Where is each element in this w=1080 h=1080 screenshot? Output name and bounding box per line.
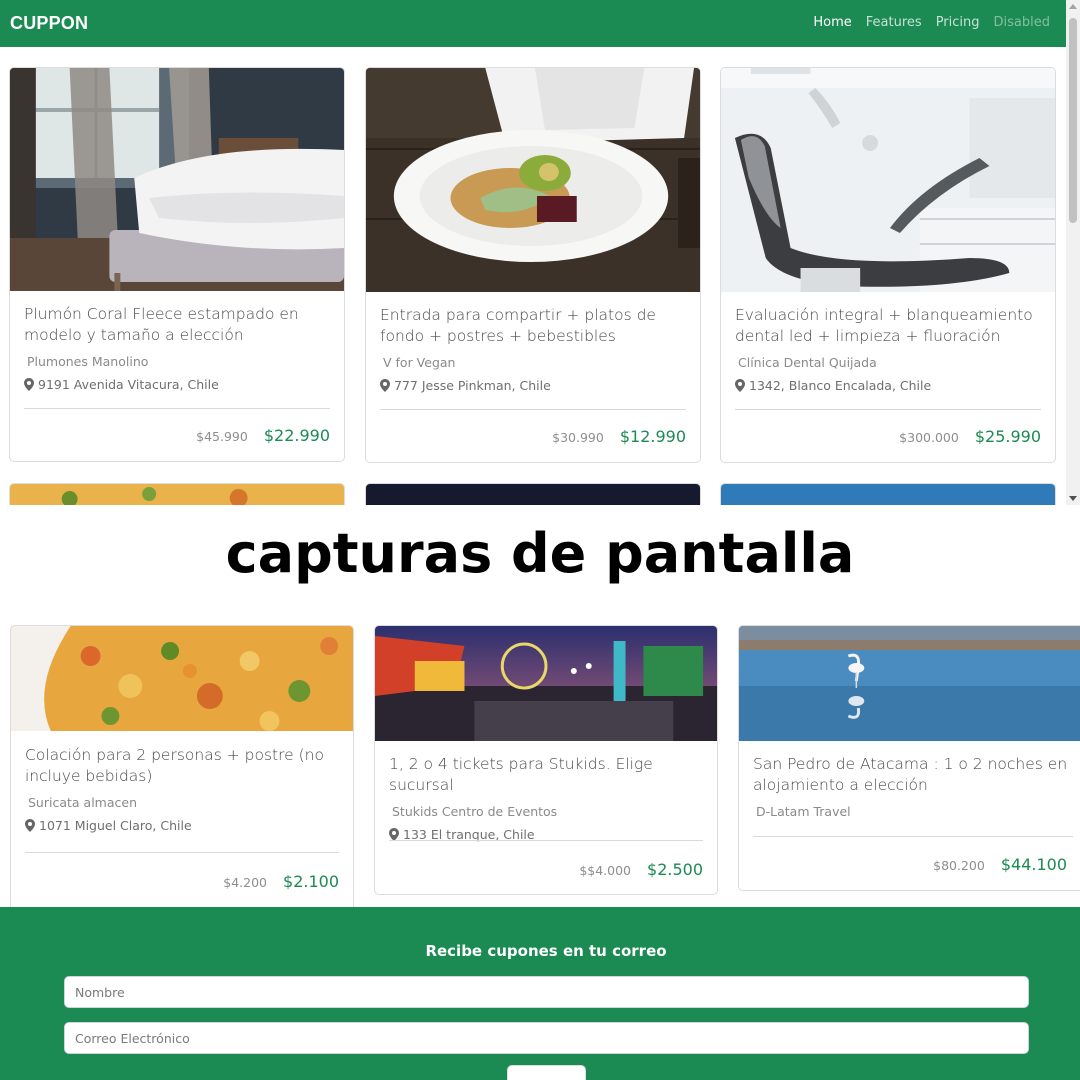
bedroom-photo bbox=[10, 68, 344, 291]
card-location-text: 777 Jesse Pinkman, Chile bbox=[394, 378, 551, 393]
page-scrollbar[interactable] bbox=[1066, 0, 1080, 505]
card-prices: $$4.000 $2.500 bbox=[579, 860, 703, 879]
nav-links: Home Features Pricing Disabled bbox=[813, 15, 1050, 30]
new-price: $44.100 bbox=[1000, 855, 1067, 874]
coupon-card[interactable]: San Pedro de Atacama : 1 o 2 noches en a… bbox=[738, 625, 1080, 891]
new-price: $12.990 bbox=[619, 427, 686, 446]
old-price: $$4.000 bbox=[579, 863, 632, 878]
card-title[interactable]: Evaluación integral + blanqueamiento den… bbox=[735, 305, 1041, 347]
old-price: $300.000 bbox=[899, 430, 959, 445]
newsletter-heading: Recibe cupones en tu correo bbox=[425, 942, 667, 960]
card-company: Suricata almacen bbox=[28, 795, 137, 810]
card-body: Colación para 2 personas + postre (no in… bbox=[11, 745, 353, 833]
card-title[interactable]: Plumón Coral Fleece estampado en modelo … bbox=[24, 304, 330, 346]
top-screenshot: CUPPON Home Features Pricing Disabled Pl… bbox=[0, 0, 1080, 505]
card-location: 777 Jesse Pinkman, Chile bbox=[380, 378, 686, 393]
coupon-card[interactable]: Plumón Coral Fleece estampado en modelo … bbox=[9, 67, 345, 462]
card-location-text: 9191 Avenida Vitacura, Chile bbox=[38, 377, 219, 392]
card-prices: $4.200 $2.100 bbox=[223, 872, 339, 891]
card-prices: $30.990 $12.990 bbox=[552, 427, 686, 446]
coupon-card[interactable]: 1, 2 o 4 tickets para Stukids. Elige suc… bbox=[374, 625, 718, 895]
new-price: $22.990 bbox=[263, 426, 330, 445]
dental-chair-photo bbox=[721, 68, 1055, 292]
coupon-card[interactable]: Colación para 2 personas + postre (no in… bbox=[10, 625, 354, 920]
card-body: San Pedro de Atacama : 1 o 2 noches en a… bbox=[739, 754, 1080, 819]
nav-link-home[interactable]: Home bbox=[813, 15, 851, 30]
new-price: $25.990 bbox=[974, 427, 1041, 446]
old-price: $45.990 bbox=[196, 429, 248, 444]
bottom-screenshot: Colación para 2 personas + postre (no in… bbox=[0, 615, 1080, 1080]
card-company: Clínica Dental Quijada bbox=[738, 355, 877, 370]
nav-link-disabled: Disabled bbox=[993, 15, 1050, 30]
new-price: $2.500 bbox=[647, 860, 703, 879]
card-location: 1071 Miguel Claro, Chile bbox=[25, 818, 339, 833]
card-company: V for Vegan bbox=[383, 355, 456, 370]
rice-dish-photo bbox=[11, 626, 353, 731]
salad-bowl-photo bbox=[366, 68, 700, 292]
card-prices: $300.000 $25.990 bbox=[899, 427, 1041, 446]
name-input[interactable] bbox=[64, 976, 1029, 1008]
card-location: 9191 Avenida Vitacura, Chile bbox=[24, 377, 330, 392]
card-divider bbox=[24, 408, 330, 409]
scroll-up-arrow-icon[interactable] bbox=[1069, 4, 1077, 9]
card-body: Plumón Coral Fleece estampado en modelo … bbox=[10, 304, 344, 392]
coupon-card[interactable]: Evaluación integral + blanqueamiento den… bbox=[720, 67, 1056, 463]
coupon-card-partial[interactable] bbox=[9, 483, 345, 505]
amusement-park-photo bbox=[366, 484, 700, 505]
brand-logo[interactable]: CUPPON bbox=[10, 13, 88, 34]
card-prices: $45.990 $22.990 bbox=[196, 426, 330, 445]
rice-dish-photo bbox=[10, 484, 344, 505]
map-pin-icon bbox=[380, 379, 390, 392]
card-title[interactable]: Entrada para compartir + platos de fondo… bbox=[380, 305, 686, 347]
card-divider bbox=[380, 409, 686, 410]
card-divider bbox=[753, 836, 1073, 837]
card-body: Evaluación integral + blanqueamiento den… bbox=[721, 305, 1055, 393]
map-pin-icon bbox=[24, 378, 34, 391]
scroll-down-arrow-icon[interactable] bbox=[1069, 496, 1077, 501]
nav-link-pricing[interactable]: Pricing bbox=[936, 15, 980, 30]
card-title[interactable]: 1, 2 o 4 tickets para Stukids. Elige suc… bbox=[389, 754, 703, 796]
card-body: 1, 2 o 4 tickets para Stukids. Elige suc… bbox=[375, 754, 717, 842]
card-title[interactable]: Colación para 2 personas + postre (no in… bbox=[25, 745, 339, 787]
old-price: $4.200 bbox=[223, 875, 268, 890]
amusement-park-photo bbox=[375, 626, 717, 741]
card-location: 1342, Blanco Encalada, Chile bbox=[735, 378, 1041, 393]
navbar: CUPPON Home Features Pricing Disabled bbox=[0, 0, 1066, 47]
coupon-card[interactable]: Entrada para compartir + platos de fondo… bbox=[365, 67, 701, 463]
flamingo-lagoon-photo bbox=[739, 626, 1080, 741]
nav-link-features[interactable]: Features bbox=[866, 15, 922, 30]
card-company: D-Latam Travel bbox=[756, 804, 851, 819]
card-company: Plumones Manolino bbox=[27, 354, 149, 369]
caption-heading: capturas de pantalla bbox=[225, 522, 855, 585]
map-pin-icon bbox=[25, 819, 35, 832]
old-price: $80.200 bbox=[933, 858, 985, 873]
coupon-card-partial[interactable] bbox=[365, 483, 701, 505]
newsletter-section: Recibe cupones en tu correo bbox=[0, 907, 1080, 1080]
scrollbar-thumb[interactable] bbox=[1069, 18, 1077, 223]
email-input[interactable] bbox=[64, 1022, 1029, 1054]
card-divider bbox=[25, 852, 339, 853]
subscribe-button[interactable] bbox=[507, 1065, 586, 1080]
map-pin-icon bbox=[735, 379, 745, 392]
card-location-text: 1071 Miguel Claro, Chile bbox=[39, 818, 192, 833]
old-price: $30.990 bbox=[552, 430, 604, 445]
new-price: $2.100 bbox=[283, 872, 339, 891]
card-divider bbox=[389, 840, 703, 841]
card-company: Stukids Centro de Eventos bbox=[392, 804, 558, 819]
coupon-card-partial[interactable] bbox=[720, 483, 1056, 505]
card-body: Entrada para compartir + platos de fondo… bbox=[366, 305, 700, 393]
card-title[interactable]: San Pedro de Atacama : 1 o 2 noches en a… bbox=[753, 754, 1073, 796]
card-divider bbox=[735, 409, 1041, 410]
flamingo-lagoon-photo bbox=[721, 484, 1055, 505]
card-location-text: 1342, Blanco Encalada, Chile bbox=[749, 378, 932, 393]
card-prices: $80.200 $44.100 bbox=[933, 855, 1067, 874]
